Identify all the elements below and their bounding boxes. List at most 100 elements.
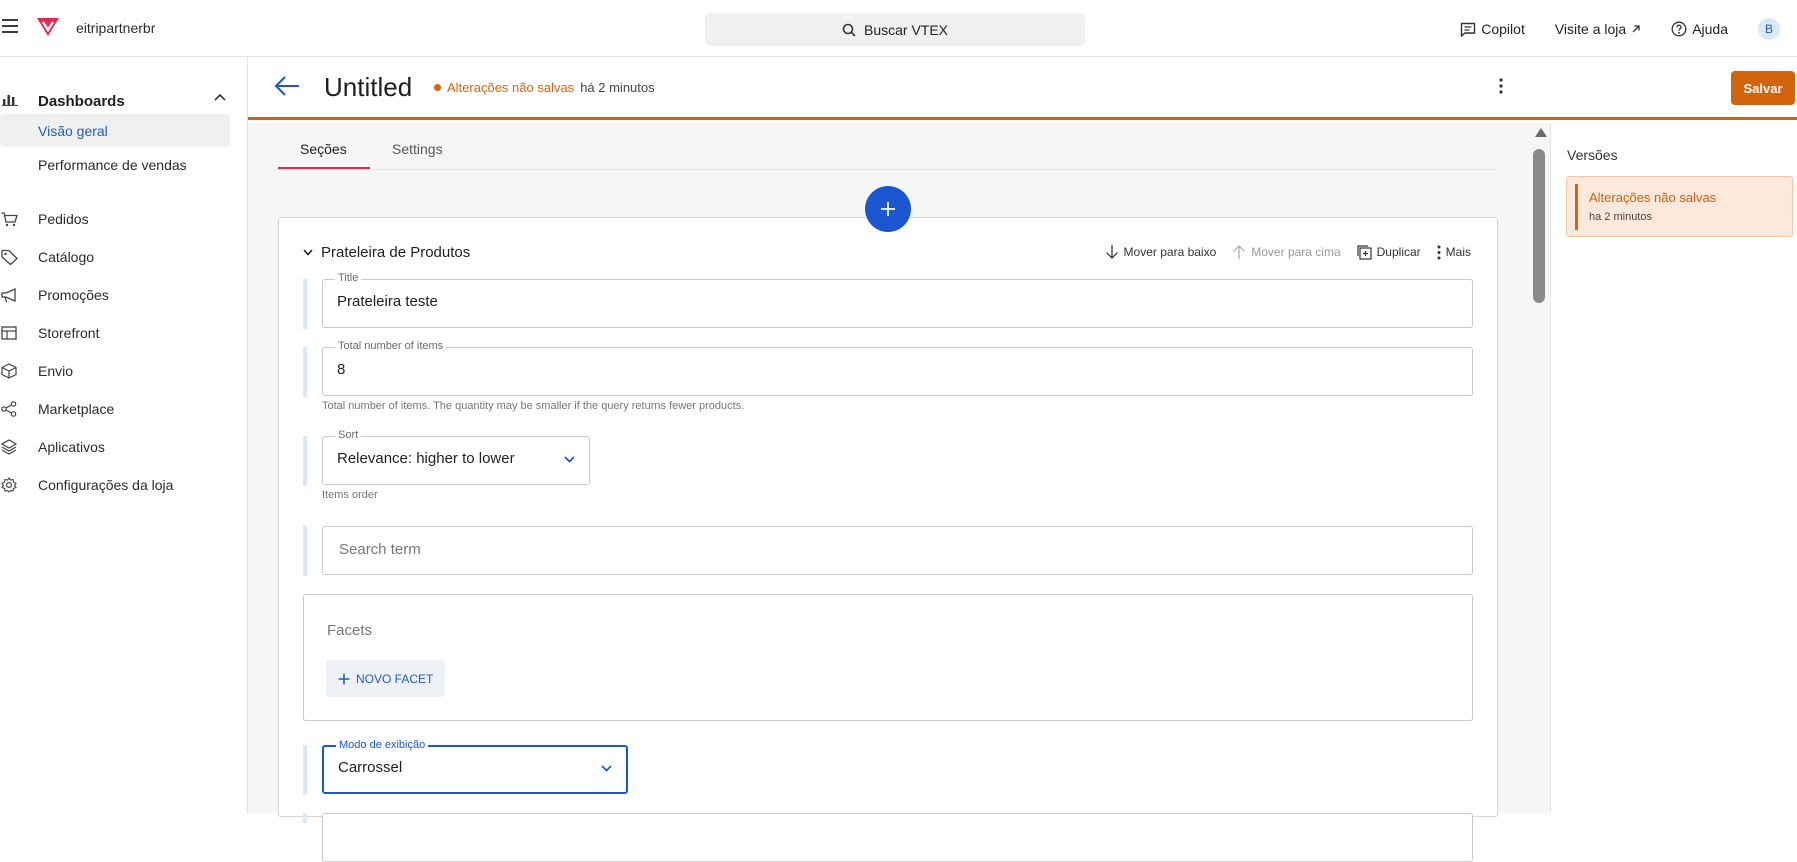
sidebar-item-envio[interactable]: Envio <box>0 356 248 386</box>
sidebar-item-storefront[interactable]: Storefront <box>0 318 248 348</box>
section-card: Prateleira de Produtos Mover para baixo … <box>278 217 1498 862</box>
layout-icon <box>1 326 17 340</box>
scroll-thumb[interactable] <box>1533 149 1545 303</box>
sidebar-item-label: Marketplace <box>38 401 115 417</box>
active-tab-indicator <box>278 167 370 169</box>
arrow-down-icon <box>1105 245 1118 259</box>
editor-header: Untitled Alterações não salvas há 2 minu… <box>248 57 1797 120</box>
copilot-button[interactable]: Copilot <box>1460 21 1525 37</box>
layers-icon <box>1 439 17 455</box>
sidebar-item-label: Pedidos <box>38 211 89 227</box>
title-field-group: Title Prateleira teste <box>303 272 1473 329</box>
status-dot <box>434 84 441 91</box>
sidebar-item-pedidos[interactable]: Pedidos <box>0 204 248 234</box>
total-items-label: Total number of items <box>335 340 447 352</box>
total-items-input[interactable]: Total number of items 8 <box>322 340 1473 396</box>
version-entry[interactable]: Alterações não salvas ha 2 minutos <box>1566 176 1793 237</box>
scroll-up-arrow[interactable] <box>1535 128 1547 137</box>
field-indicator <box>303 745 307 795</box>
help-label: Ajuda <box>1692 21 1728 37</box>
move-down-button[interactable]: Mover para baixo <box>1105 244 1216 260</box>
field-indicator <box>303 526 307 576</box>
status-warning: Alterações não salvas <box>447 80 575 95</box>
search-term-placeholder: Search term <box>339 541 421 558</box>
sidebar-item-label: Promoções <box>38 287 109 303</box>
duplicate-button[interactable]: Duplicar <box>1357 244 1421 260</box>
bar-chart-icon <box>2 95 18 106</box>
display-mode-field-group: Modo de exibição Carrossel <box>303 739 1473 795</box>
sort-value: Relevance: higher to lower <box>337 450 515 467</box>
sidebar-item-configuracoes[interactable]: Configurações da loja <box>0 470 248 500</box>
total-items-helper: Total number of items. The quantity may … <box>322 400 745 412</box>
arrow-up-icon <box>1233 245 1246 259</box>
sort-field-group: Sort Relevance: higher to lower Items or… <box>303 429 1473 508</box>
tab-settings[interactable]: Settings <box>392 141 443 157</box>
tag-icon <box>1 249 18 265</box>
visit-store-link[interactable]: Visite a loja <box>1555 21 1641 37</box>
canvas-scrollbar[interactable] <box>1530 123 1551 813</box>
menu-icon[interactable] <box>2 19 18 33</box>
search-term-field-group: Search term <box>303 526 1473 576</box>
avatar[interactable]: B <box>1758 18 1780 40</box>
tab-secoes[interactable]: Seções <box>300 141 347 157</box>
version-entry-title: Alterações não salvas <box>1589 190 1717 205</box>
new-facet-button[interactable]: NOVO FACET <box>326 660 446 697</box>
add-section-button[interactable] <box>865 186 911 232</box>
chevron-down-icon <box>601 765 612 772</box>
search-icon <box>842 23 856 37</box>
chat-icon <box>1461 22 1476 37</box>
sort-label: Sort <box>335 429 362 441</box>
sort-select[interactable]: Sort Relevance: higher to lower <box>322 429 590 485</box>
chevron-down-icon[interactable] <box>303 249 313 256</box>
section-header[interactable]: Prateleira de Produtos <box>303 244 470 261</box>
version-indicator <box>1575 184 1578 230</box>
sidebar-item-promocoes[interactable]: Promoções <box>0 280 248 310</box>
field-indicator <box>303 813 307 823</box>
sidebar-item-aplicativos[interactable]: Aplicativos <box>0 432 248 462</box>
top-bar: eitripartnerbr Buscar VTEX Copilot Visit… <box>0 0 1797 57</box>
account-name[interactable]: eitripartnerbr <box>76 20 155 36</box>
more-button[interactable]: Mais <box>1437 245 1471 260</box>
global-search[interactable]: Buscar VTEX <box>705 13 1085 46</box>
next-input[interactable] <box>322 813 1473 862</box>
status-time: há 2 minutos <box>580 80 655 95</box>
chevron-up-icon[interactable] <box>214 93 226 101</box>
duplicate-label: Duplicar <box>1376 245 1421 259</box>
section-title: Prateleira de Produtos <box>321 244 471 261</box>
sidebar-item-catalogo[interactable]: Catálogo <box>0 242 248 272</box>
sidebar-item-label: Visão geral <box>38 122 108 139</box>
sidebar-item-label: Catálogo <box>38 249 95 265</box>
move-up-button[interactable]: Mover para cima <box>1232 244 1341 260</box>
help-link[interactable]: Ajuda <box>1671 21 1728 37</box>
field-indicator <box>303 436 307 486</box>
sidebar-item-visao-geral[interactable]: Visão geral <box>0 114 230 147</box>
external-link-icon <box>1632 25 1640 33</box>
sort-helper: Items order <box>322 489 378 501</box>
display-mode-value: Carrossel <box>338 759 403 776</box>
facets-panel: Facets NOVO FACET <box>303 594 1473 721</box>
sidebar-item-label: Aplicativos <box>38 439 105 455</box>
versions-panel: Versões Alterações não salvas ha 2 minut… <box>1551 123 1797 813</box>
sidebar-item-performance-de-vendas[interactable]: Performance de vendas <box>0 148 230 181</box>
title-input[interactable]: Title Prateleira teste <box>322 272 1473 328</box>
megaphone-icon <box>1 287 16 302</box>
section-actions: Mover para baixo Mover para cima Duplica… <box>1089 244 1471 260</box>
gear-icon <box>1 477 17 493</box>
page-title: Untitled <box>324 72 413 102</box>
back-arrow-icon[interactable] <box>274 75 300 97</box>
title-label: Title <box>335 272 362 284</box>
search-term-input[interactable]: Search term <box>322 526 1473 575</box>
save-button[interactable]: Salvar <box>1731 71 1795 105</box>
display-mode-select[interactable]: Modo de exibição Carrossel <box>322 739 628 794</box>
field-indicator <box>303 279 307 329</box>
sidebar-item-marketplace[interactable]: Marketplace <box>0 394 248 424</box>
sidebar-group-title: Dashboards <box>38 92 125 110</box>
vtex-logo[interactable] <box>36 17 60 37</box>
save-status: Alterações não salvas há 2 minutos <box>434 80 655 95</box>
sidebar-item-label: Configurações da loja <box>38 477 174 493</box>
total-items-field-group: Total number of items 8 Total number of … <box>303 340 1473 417</box>
help-icon <box>1671 21 1687 37</box>
new-facet-label: NOVO FACET <box>356 671 434 686</box>
facets-title: Facets <box>327 622 373 639</box>
more-options-icon[interactable] <box>1499 78 1503 94</box>
